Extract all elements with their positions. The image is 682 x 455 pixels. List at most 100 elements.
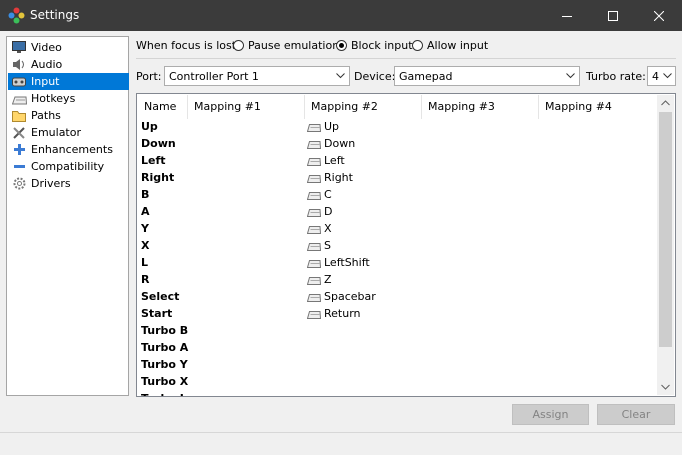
device-value: Gamepad (399, 70, 453, 83)
speaker-icon (11, 57, 27, 73)
column-header-mapping3[interactable]: Mapping #3 (428, 95, 495, 119)
table-row-mapping2[interactable]: Spacebar (307, 290, 376, 303)
input-mapping-table[interactable]: Name Mapping #1 Mapping #2 Mapping #3 Ma… (136, 93, 676, 397)
block-input-label[interactable]: Block input (351, 39, 413, 52)
column-divider (304, 95, 305, 119)
column-header-mapping1[interactable]: Mapping #1 (194, 95, 261, 119)
keyboard-icon (307, 277, 321, 285)
keyboard-icon (307, 124, 321, 132)
table-row-name[interactable]: B (141, 188, 149, 201)
turbo-label: Turbo rate: (586, 70, 646, 83)
table-row-name[interactable]: Turbo Y (141, 358, 188, 371)
table-row-mapping2[interactable]: S (307, 239, 331, 252)
device-select[interactable]: Gamepad (394, 66, 580, 86)
sidebar-item-label: Emulator (31, 126, 81, 139)
table-row-name[interactable]: Turbo A (141, 341, 188, 354)
minus-icon (11, 159, 27, 175)
sidebar-item-video[interactable]: Video (8, 39, 129, 56)
keyboard-icon (307, 226, 321, 234)
minimize-button[interactable] (544, 0, 590, 31)
mapping-value: LeftShift (324, 256, 370, 269)
column-divider (187, 95, 188, 119)
sidebar-item-label: Drivers (31, 177, 71, 190)
table-row-name[interactable]: Y (141, 222, 149, 235)
title-bar: Settings (0, 0, 682, 31)
table-row-name[interactable]: L (141, 256, 148, 269)
table-row-name[interactable]: Turbo X (141, 375, 188, 388)
sidebar-item-label: Enhancements (31, 143, 113, 156)
keyboard-icon (307, 175, 321, 183)
table-row-name[interactable]: Up (141, 120, 158, 133)
table-row-mapping2[interactable]: Down (307, 137, 355, 150)
maximize-button[interactable] (590, 0, 636, 31)
allow-input-radio[interactable] (412, 40, 423, 51)
maximize-icon (608, 10, 618, 21)
table-row-name[interactable]: Right (141, 171, 174, 184)
table-row-name[interactable]: Turbo B (141, 324, 188, 337)
device-label: Device: (354, 70, 396, 83)
scroll-down-icon[interactable] (661, 384, 670, 390)
keyboard-icon (307, 158, 321, 166)
table-row-name[interactable]: A (141, 205, 150, 218)
keyboard-icon (307, 243, 321, 251)
scroll-up-icon[interactable] (661, 100, 670, 106)
column-header-mapping4[interactable]: Mapping #4 (545, 95, 612, 119)
table-row-name[interactable]: Select (141, 290, 179, 303)
sidebar-item-emulator[interactable]: Emulator (8, 124, 129, 141)
column-header-mapping2[interactable]: Mapping #2 (311, 95, 378, 119)
mapping-value: Return (324, 307, 361, 320)
chevron-down-icon (566, 73, 575, 79)
table-row-mapping2[interactable]: Z (307, 273, 332, 286)
table-row-mapping2[interactable]: D (307, 205, 332, 218)
sidebar-item-drivers[interactable]: Drivers (8, 175, 129, 192)
plus-icon (11, 142, 27, 158)
table-row-name[interactable]: X (141, 239, 149, 252)
allow-input-label[interactable]: Allow input (427, 39, 488, 52)
keyboard-icon (307, 260, 321, 268)
pause-emulation-label[interactable]: Pause emulation (248, 39, 339, 52)
table-row-mapping2[interactable]: Left (307, 154, 345, 167)
divider (136, 58, 676, 59)
sidebar-item-paths[interactable]: Paths (8, 107, 129, 124)
table-row-name[interactable]: Start (141, 307, 172, 320)
minimize-icon (562, 15, 572, 17)
column-divider (538, 95, 539, 119)
sidebar-item-compatibility[interactable]: Compatibility (8, 158, 129, 175)
monitor-icon (11, 40, 27, 56)
close-button[interactable] (636, 0, 682, 31)
port-select[interactable]: Controller Port 1 (164, 66, 350, 86)
scrollbar-thumb[interactable] (659, 112, 672, 347)
sidebar-item-hotkeys[interactable]: Hotkeys (8, 90, 129, 107)
table-row-name[interactable]: Down (141, 137, 176, 150)
table-row-name[interactable]: Turbo L (141, 392, 187, 396)
table-row-mapping2[interactable]: Return (307, 307, 361, 320)
table-row-mapping2[interactable]: C (307, 188, 332, 201)
gear-icon (11, 176, 27, 192)
mapping-value: Up (324, 120, 340, 133)
tools-icon (11, 125, 27, 141)
sidebar-item-audio[interactable]: Audio (8, 56, 129, 73)
table-row-mapping2[interactable]: LeftShift (307, 256, 370, 269)
keyboard-icon (307, 141, 321, 149)
table-row-name[interactable]: Left (141, 154, 166, 167)
clear-button[interactable]: Clear (597, 404, 675, 425)
vertical-scrollbar[interactable] (657, 95, 674, 395)
table-row-mapping2[interactable]: Right (307, 171, 353, 184)
pause-emulation-radio[interactable] (233, 40, 244, 51)
assign-button[interactable]: Assign (512, 404, 589, 425)
sidebar-item-enhancements[interactable]: Enhancements (8, 141, 129, 158)
gamepad-icon (11, 74, 27, 90)
window-title: Settings (30, 8, 80, 22)
table-row-mapping2[interactable]: Up (307, 120, 339, 133)
sidebar-item-input[interactable]: Input (8, 73, 129, 90)
mapping-value: S (324, 239, 331, 252)
table-row-mapping2[interactable]: X (307, 222, 332, 235)
mapping-value: Left (324, 154, 345, 167)
turbo-select[interactable]: 4 (647, 66, 676, 86)
column-header-name[interactable]: Name (144, 95, 176, 119)
block-input-radio[interactable] (336, 40, 347, 51)
table-row-name[interactable]: R (141, 273, 149, 286)
settings-sidebar: Video Audio Input Hotkeys Paths Emulator… (6, 36, 129, 396)
sidebar-item-label: Input (31, 75, 60, 88)
keyboard-icon (307, 294, 321, 302)
